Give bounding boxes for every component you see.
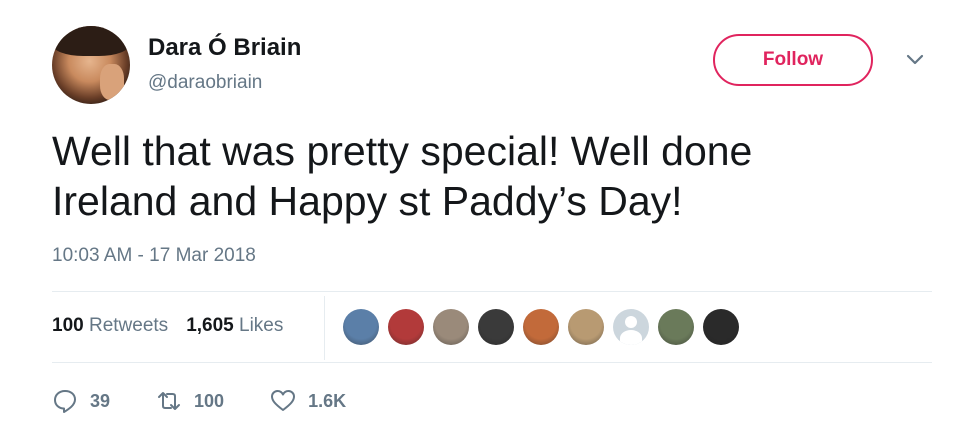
stats-separator (324, 296, 325, 360)
tweet-text-line: Well that was pretty special! Well done (52, 128, 753, 174)
avatar-hair (52, 26, 130, 56)
reply-count: 39 (90, 390, 111, 411)
avatar-hand (100, 64, 124, 100)
liker-avatar[interactable] (568, 309, 604, 345)
likes-count: 1,605 (186, 315, 234, 336)
divider (52, 362, 932, 363)
author-name[interactable]: Dara Ó Briain (148, 34, 301, 62)
likes-stat[interactable]: 1,605 Likes (186, 315, 283, 337)
follow-button-label: Follow (762, 49, 824, 70)
chevron-down-icon[interactable] (904, 52, 926, 68)
likes-label: Likes (239, 315, 284, 336)
reply-button[interactable]: 39 (52, 388, 110, 414)
liker-avatar[interactable] (613, 309, 649, 345)
like-button[interactable]: 1.6K (270, 388, 346, 414)
liker-avatar[interactable] (658, 309, 694, 345)
liker-avatar[interactable] (523, 309, 559, 345)
liker-avatar[interactable] (433, 309, 469, 345)
retweets-stat[interactable]: 100 Retweets (52, 315, 168, 337)
retweet-icon (158, 392, 181, 410)
follow-button[interactable]: Follow (713, 34, 873, 86)
heart-icon (271, 390, 296, 411)
liker-avatar[interactable] (388, 309, 424, 345)
author-handle[interactable]: @daraobriain (148, 72, 262, 94)
tweet-actions: 39 100 1.6K (52, 388, 392, 414)
retweets-label: Retweets (88, 315, 169, 336)
tweet-timestamp[interactable]: 10:03 AM - 17 Mar 2018 (52, 245, 256, 267)
divider (52, 291, 932, 292)
retweet-count: 100 (194, 390, 225, 411)
like-count: 1.6K (308, 390, 347, 411)
reply-icon (54, 390, 76, 413)
retweets-count: 100 (52, 315, 84, 336)
liker-avatar[interactable] (343, 309, 379, 345)
tweet-stats: 100 Retweets 1,605 Likes (52, 315, 301, 337)
liker-avatar[interactable] (478, 309, 514, 345)
tweet-text: Well that was pretty special! Well done … (52, 126, 932, 226)
author-avatar[interactable] (52, 26, 130, 104)
liker-avatar[interactable] (703, 309, 739, 345)
tweet-text-line: Ireland and Happy st Paddy’s Day! (52, 178, 683, 224)
liker-avatars (343, 309, 748, 345)
retweet-button[interactable]: 100 (156, 388, 224, 414)
